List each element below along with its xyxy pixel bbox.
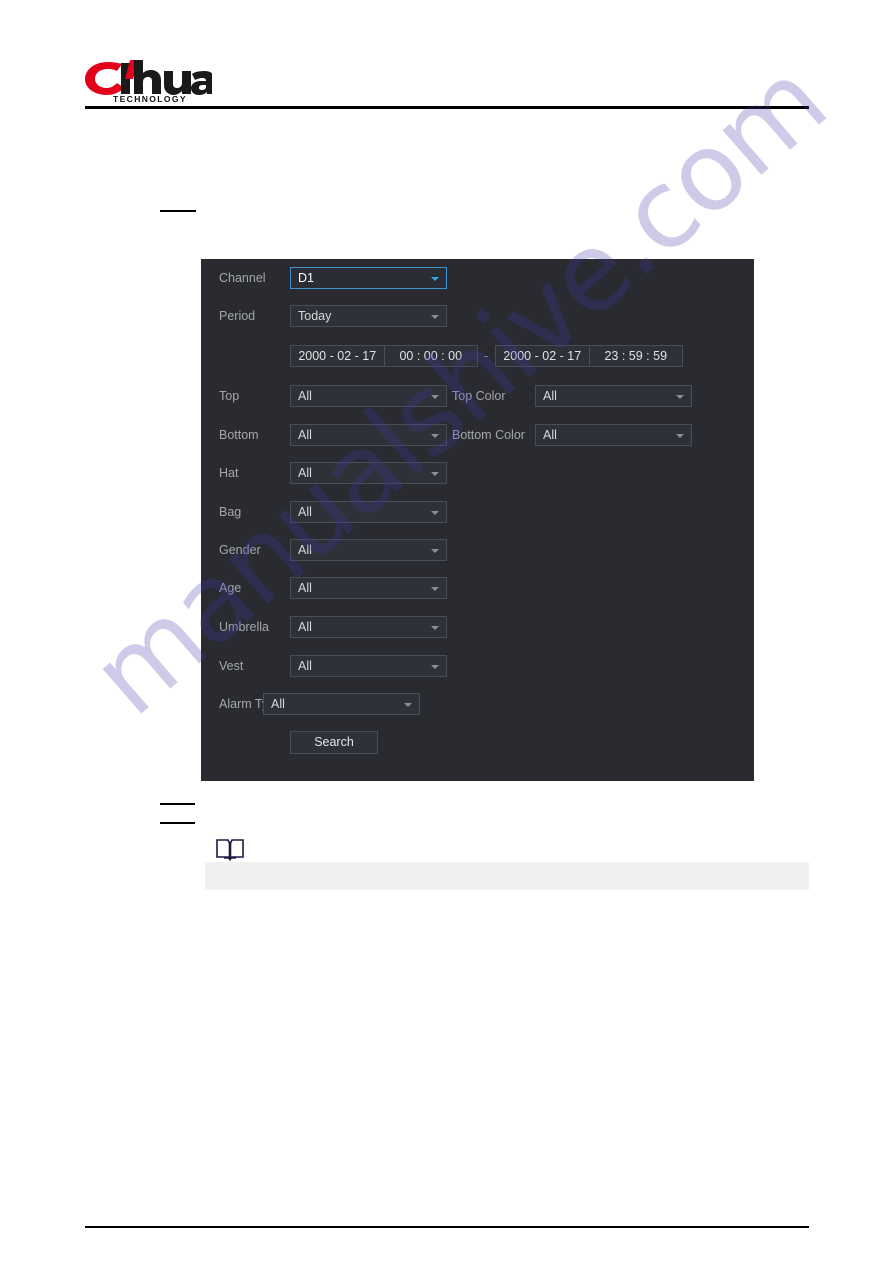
- chevron-down-icon: [431, 434, 439, 438]
- channel-value: D1: [298, 271, 314, 285]
- gender-row: Gender All: [201, 539, 754, 561]
- channel-label: Channel: [219, 271, 266, 285]
- redacted-heading-below-1: [160, 803, 195, 805]
- bottom-row: Bottom All Bottom Color All: [201, 424, 754, 446]
- chevron-down-icon: [431, 549, 439, 553]
- gender-label: Gender: [219, 543, 261, 557]
- top-color-select[interactable]: All: [535, 385, 692, 407]
- dahua-logo-subtitle: TECHNOLOGY: [113, 94, 187, 104]
- alarm-type-value: All: [271, 697, 285, 711]
- search-button[interactable]: Search: [290, 731, 378, 754]
- bag-select[interactable]: All: [290, 501, 447, 523]
- period-label: Period: [219, 309, 256, 323]
- start-date-input[interactable]: 2000 - 02 - 17: [291, 346, 385, 366]
- channel-select[interactable]: D1: [290, 267, 447, 289]
- bottom-color-label: Bottom Color: [452, 428, 525, 442]
- start-datetime-group[interactable]: 2000 - 02 - 17 00 : 00 : 00: [290, 345, 478, 367]
- chevron-down-icon: [431, 511, 439, 515]
- vest-value: All: [298, 659, 312, 673]
- bag-label: Bag: [219, 505, 242, 519]
- open-book-icon: [216, 839, 244, 862]
- top-select[interactable]: All: [290, 385, 447, 407]
- vest-select[interactable]: All: [290, 655, 447, 677]
- umbrella-row: Umbrella All: [201, 616, 754, 638]
- age-label: Age: [219, 581, 242, 595]
- bottom-color-value: All: [543, 428, 557, 442]
- chevron-down-icon: [431, 665, 439, 669]
- chevron-down-icon: [431, 472, 439, 476]
- umbrella-select[interactable]: All: [290, 616, 447, 638]
- channel-row: Channel D1: [201, 267, 754, 289]
- bottom-color-select[interactable]: All: [535, 424, 692, 446]
- chevron-down-icon: [404, 703, 412, 707]
- end-date-input[interactable]: 2000 - 02 - 17: [496, 346, 590, 366]
- period-value: Today: [298, 309, 332, 323]
- hat-row: Hat All: [201, 462, 754, 484]
- top-color-label: Top Color: [452, 389, 506, 403]
- top-color-value: All: [543, 389, 557, 403]
- chevron-down-icon: [431, 626, 439, 630]
- gender-value: All: [298, 543, 312, 557]
- bag-value: All: [298, 505, 312, 519]
- dahua-logo-mark: [85, 60, 212, 95]
- umbrella-label: Umbrella: [219, 620, 270, 634]
- chevron-down-icon: [431, 277, 439, 281]
- hat-select[interactable]: All: [290, 462, 447, 484]
- bottom-label: Bottom: [219, 428, 259, 442]
- vest-label: Vest: [219, 659, 244, 673]
- age-row: Age All: [201, 577, 754, 599]
- chevron-down-icon: [431, 395, 439, 399]
- age-select[interactable]: All: [290, 577, 447, 599]
- bag-row: Bag All: [201, 501, 754, 523]
- dahua-logo: TECHNOLOGY: [84, 58, 214, 106]
- redacted-heading-above: [160, 210, 196, 212]
- chevron-down-icon: [676, 395, 684, 399]
- alarm-type-row: Alarm Type All: [201, 693, 754, 715]
- page-header: TECHNOLOGY: [0, 0, 893, 115]
- top-label: Top: [219, 389, 240, 403]
- umbrella-value: All: [298, 620, 312, 634]
- end-time-input[interactable]: 23 : 59 : 59: [590, 346, 683, 366]
- range-separator: -: [484, 349, 489, 363]
- end-datetime-group[interactable]: 2000 - 02 - 17 23 : 59 : 59: [495, 345, 683, 367]
- period-select[interactable]: Today: [290, 305, 447, 327]
- period-range-row: 2000 - 02 - 17 00 : 00 : 00 - 2000 - 02 …: [201, 345, 754, 367]
- alarm-type-select[interactable]: All: [263, 693, 420, 715]
- period-row: Period Today: [201, 305, 754, 327]
- redacted-heading-below-2: [160, 822, 195, 824]
- age-value: All: [298, 581, 312, 595]
- hat-label: Hat: [219, 466, 239, 480]
- bottom-value: All: [298, 428, 312, 442]
- note-callout-bar: [205, 862, 809, 890]
- start-time-input[interactable]: 00 : 00 : 00: [385, 346, 478, 366]
- top-row: Top All Top Color All: [201, 385, 754, 407]
- gender-select[interactable]: All: [290, 539, 447, 561]
- chevron-down-icon: [431, 587, 439, 591]
- human-body-detection-search-dialog: Channel D1 Period Today 2000 - 02 - 17 0…: [201, 259, 754, 781]
- hat-value: All: [298, 466, 312, 480]
- footer-divider: [85, 1226, 809, 1228]
- chevron-down-icon: [431, 315, 439, 319]
- top-value: All: [298, 389, 312, 403]
- chevron-down-icon: [676, 434, 684, 438]
- bottom-select[interactable]: All: [290, 424, 447, 446]
- vest-row: Vest All: [201, 655, 754, 677]
- header-divider: [85, 106, 809, 109]
